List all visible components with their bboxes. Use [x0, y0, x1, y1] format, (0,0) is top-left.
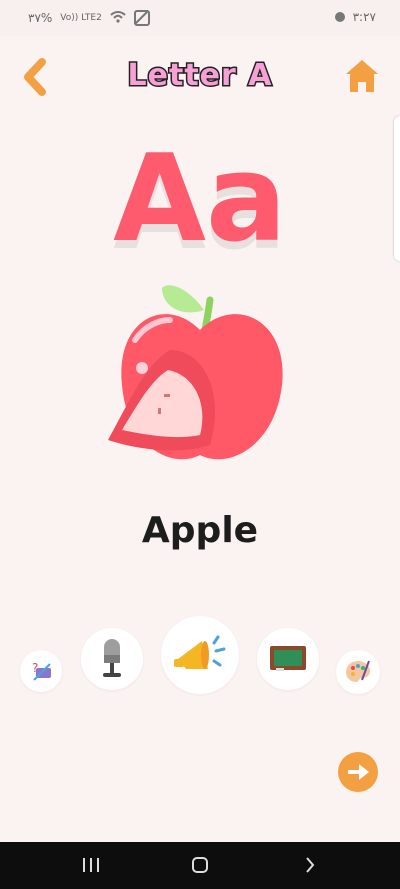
apple-illustration [100, 280, 300, 480]
status-right: ٣:٢٧ [334, 10, 376, 24]
quiz-button[interactable]: ? [20, 650, 62, 692]
palette-icon [346, 660, 370, 682]
palette-button[interactable] [336, 650, 380, 694]
battery-percent: ٣٧% [28, 11, 53, 25]
mute-icon [133, 10, 150, 26]
system-back-button[interactable] [297, 854, 323, 876]
system-home-icon [192, 857, 208, 873]
status-bar: ٣٧% Vo)) LTE2 ٣:٢٧ [0, 0, 400, 36]
megaphone-button[interactable] [161, 616, 239, 694]
notification-dot-icon [334, 12, 345, 22]
system-nav-bar [0, 842, 400, 889]
wifi-icon [110, 10, 126, 26]
recent-apps-icon [83, 858, 99, 872]
home-button[interactable] [344, 58, 380, 94]
megaphone-icon [174, 635, 226, 669]
system-back-icon [306, 857, 315, 873]
tool-row: ? [0, 612, 400, 722]
quiz-icon: ? [32, 661, 51, 681]
chalkboard-button[interactable] [257, 628, 319, 690]
network-label: Vo)) LTE2 [60, 13, 102, 23]
system-home-button[interactable] [187, 854, 213, 876]
home-icon [346, 60, 378, 92]
arrow-right-icon [348, 764, 369, 780]
letter-display: Aa [113, 130, 287, 269]
microphone-button[interactable] [81, 628, 143, 690]
next-button[interactable] [338, 752, 378, 792]
header: Letter A [0, 40, 400, 118]
word-label: Apple [141, 510, 259, 551]
recent-apps-button[interactable] [78, 854, 104, 876]
page-title: Letter A [126, 57, 273, 95]
clock: ٣:٢٧ [352, 10, 376, 24]
status-left: ٣٧% Vo)) LTE2 [28, 10, 150, 26]
chalkboard-icon [270, 646, 306, 671]
microphone-icon [103, 639, 121, 677]
